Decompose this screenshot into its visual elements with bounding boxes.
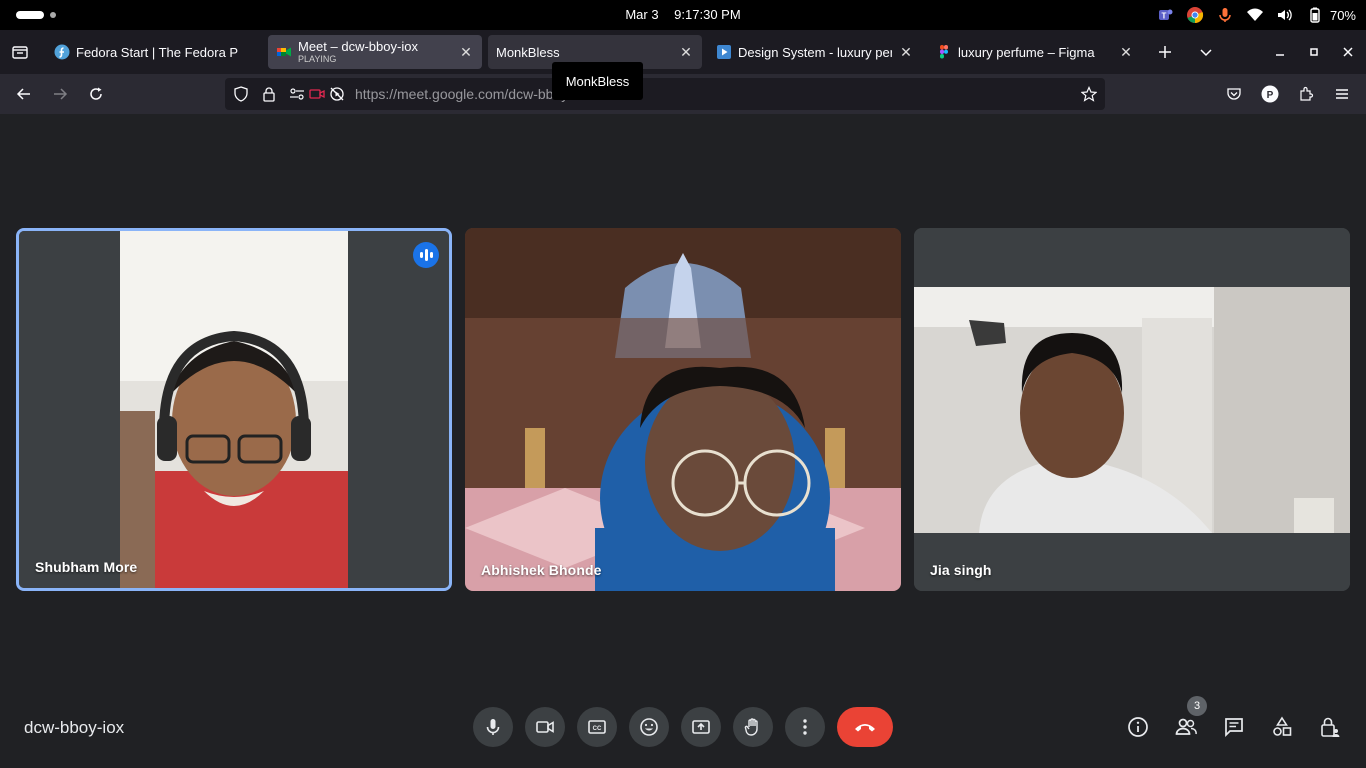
activities-button[interactable] <box>1267 712 1297 742</box>
more-options-button[interactable] <box>785 707 825 747</box>
video-camera-icon <box>536 721 554 733</box>
firefox-view-icon[interactable] <box>10 42 30 62</box>
participant-video <box>465 228 901 591</box>
tab-tooltip: MonkBless <box>552 62 643 100</box>
participant-name: Shubham More <box>35 559 138 575</box>
maximize-icon[interactable] <box>1304 42 1324 62</box>
volume-icon[interactable] <box>1276 6 1294 24</box>
microphone-icon <box>486 719 500 735</box>
reload-icon[interactable] <box>86 84 106 104</box>
tab-fedora-start[interactable]: Fedora Start | The Fedora P <box>46 35 260 69</box>
hang-up-icon <box>855 724 875 732</box>
people-button[interactable] <box>1171 712 1201 742</box>
chat-icon <box>1225 718 1243 738</box>
shapes-icon <box>1273 716 1292 736</box>
participant-name: Jia singh <box>930 562 992 578</box>
teams-icon[interactable]: T <box>1156 6 1174 24</box>
svg-text:P: P <box>1267 90 1274 101</box>
emoji-icon <box>640 718 658 736</box>
camera-in-use-icon[interactable] <box>309 86 325 102</box>
menu-icon[interactable] <box>1332 84 1352 104</box>
chat-button[interactable] <box>1219 712 1249 742</box>
chrome-icon[interactable] <box>1186 6 1204 24</box>
camera-button[interactable] <box>525 707 565 747</box>
battery-percent: 70% <box>1329 7 1356 23</box>
host-controls-button[interactable] <box>1315 712 1345 742</box>
address-bar[interactable]: https://meet.google.com/dcw-bboy-iox <box>225 78 1105 110</box>
fedora-icon <box>54 44 70 60</box>
close-tab-icon[interactable]: ✕ <box>898 44 914 60</box>
battery-icon[interactable] <box>1306 6 1324 24</box>
close-tab-icon[interactable]: ✕ <box>458 44 474 60</box>
closed-captions-icon: CC <box>588 720 606 734</box>
tracking-protection-icon[interactable] <box>233 86 249 102</box>
pocket-icon[interactable] <box>1224 84 1244 104</box>
participant-video <box>914 228 1350 591</box>
speaking-indicator-icon <box>413 242 439 268</box>
lock-icon[interactable] <box>261 86 277 102</box>
tab-title: Meet – dcw-bboy-iox <box>298 40 418 54</box>
close-window-icon[interactable] <box>1338 42 1358 62</box>
svg-text:T: T <box>1162 12 1167 21</box>
tab-figma[interactable]: luxury perfume – Figma ✕ <box>928 35 1142 69</box>
figma-icon <box>936 44 952 60</box>
tab-meet[interactable]: Meet – dcw-bboy-iox PLAYING ✕ <box>268 35 482 69</box>
tab-design-system[interactable]: Design System - luxury perf ✕ <box>708 35 922 69</box>
permissions-icon[interactable] <box>289 86 305 102</box>
list-all-tabs-icon[interactable] <box>1196 42 1216 62</box>
reactions-button[interactable] <box>629 707 669 747</box>
autoplay-blocked-icon[interactable] <box>329 86 345 102</box>
tab-playing-label: PLAYING <box>298 54 337 64</box>
participant-tile[interactable]: Abhishek Bhonde <box>465 228 901 591</box>
people-icon <box>1175 718 1197 735</box>
date-text: Mar 3 <box>625 7 659 22</box>
tab-title: MonkBless <box>496 44 560 60</box>
captions-button[interactable]: CC <box>577 707 617 747</box>
back-icon[interactable] <box>14 84 34 104</box>
meeting-code: dcw-bboy-iox <box>24 718 125 737</box>
leave-call-button[interactable] <box>837 707 893 747</box>
meeting-details-button[interactable] <box>1123 712 1153 742</box>
tab-title: Design System - luxury perf <box>738 44 892 60</box>
close-tab-icon[interactable]: ✕ <box>678 44 694 60</box>
new-tab-icon[interactable] <box>1155 42 1175 62</box>
extensions-icon[interactable] <box>1296 84 1316 104</box>
present-button[interactable] <box>681 707 721 747</box>
video-icon <box>716 44 732 60</box>
hand-icon <box>744 718 758 736</box>
svg-text:CC: CC <box>593 726 602 732</box>
info-icon <box>1128 717 1148 737</box>
participant-tile[interactable]: Shubham More <box>16 228 452 591</box>
lock-person-icon <box>1321 717 1340 737</box>
raise-hand-button[interactable] <box>733 707 773 747</box>
forward-icon[interactable] <box>50 84 70 104</box>
tab-title: Fedora Start | The Fedora P <box>76 44 239 60</box>
participant-video <box>19 231 449 588</box>
bookmark-star-icon[interactable] <box>1081 86 1097 102</box>
present-screen-icon <box>692 720 710 734</box>
minimize-icon[interactable] <box>1270 42 1290 62</box>
participant-count-badge: 3 <box>1187 696 1207 716</box>
participant-name: Abhishek Bhonde <box>481 562 602 578</box>
close-tab-icon[interactable]: ✕ <box>1118 44 1134 60</box>
system-tray: T 70% <box>1156 4 1356 26</box>
system-top-bar: Mar 3 9:17:30 PM T 70% <box>0 0 1366 30</box>
microphone-button[interactable] <box>473 707 513 747</box>
tab-title: luxury perfume – Figma <box>958 44 1095 60</box>
meet-icon <box>276 44 292 60</box>
participant-tile[interactable]: Jia singh <box>914 228 1350 591</box>
browser-tab-strip: Fedora Start | The Fedora P Meet – dcw-b… <box>0 30 1366 74</box>
microphone-in-use-icon[interactable] <box>1216 6 1234 24</box>
time-text: 9:17:30 PM <box>674 7 741 22</box>
profile-avatar-icon[interactable]: P <box>1260 84 1280 104</box>
wifi-icon[interactable] <box>1246 6 1264 24</box>
navigation-toolbar: https://meet.google.com/dcw-bboy-iox P <box>0 74 1366 114</box>
more-vert-icon <box>803 719 807 735</box>
